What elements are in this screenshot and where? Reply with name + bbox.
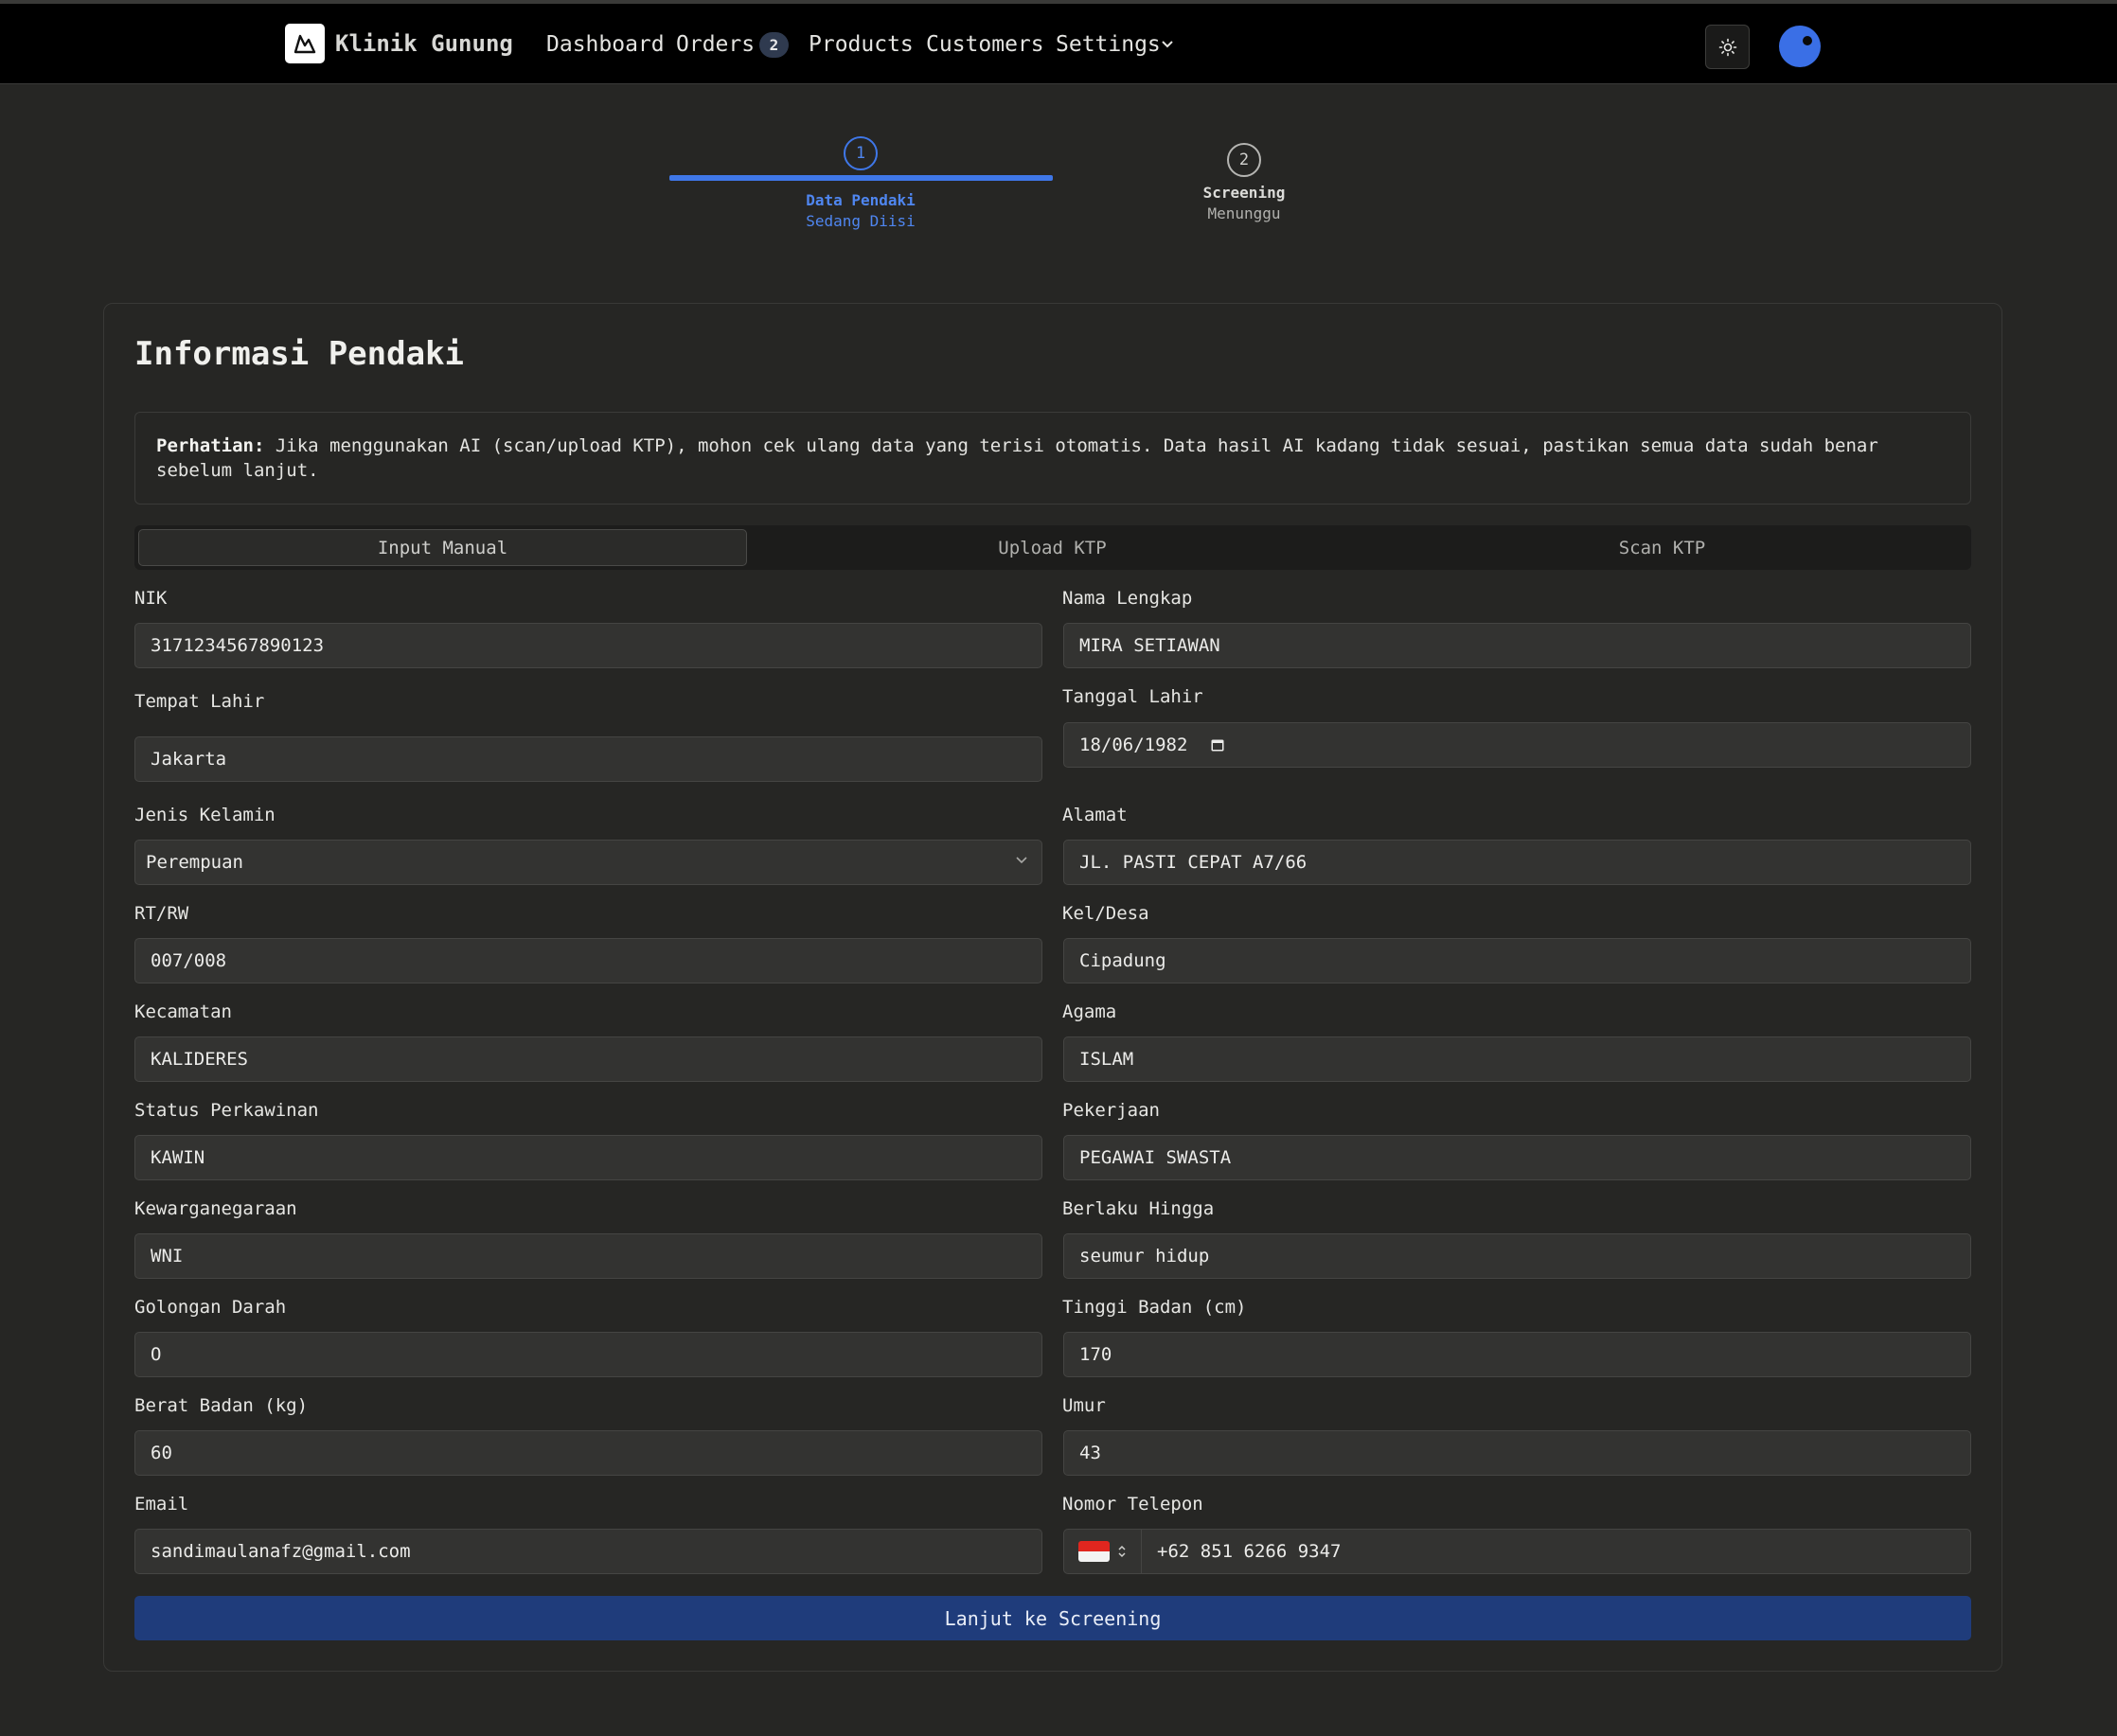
step-1-status: Sedang Diisi xyxy=(806,212,916,230)
nav-dashboard[interactable]: Dashboard xyxy=(546,30,665,59)
tanggal-lahir-value: 18/06/1982 xyxy=(1079,735,1188,755)
tempat-lahir-label: Tempat Lahir xyxy=(134,691,265,712)
nomor-telepon-value: +62 851 6266 9347 xyxy=(1157,1541,1342,1562)
tinggi-badan-label: Tinggi Badan (cm) xyxy=(1062,1297,1247,1318)
email-label: Email xyxy=(134,1494,189,1515)
input-method-tabs: Input Manual Upload KTP Scan KTP xyxy=(134,525,1971,570)
step-1-title: Data Pendaki xyxy=(806,191,916,209)
email-input[interactable]: sandimaulanafz@gmail.com xyxy=(134,1529,1042,1574)
nama-lengkap-input[interactable]: MIRA SETIAWAN xyxy=(1063,623,1971,668)
brand-name[interactable]: Klinik Gunung xyxy=(335,28,513,59)
step-2-title: Screening xyxy=(1202,184,1286,202)
kecamatan-input[interactable]: KALIDERES xyxy=(134,1036,1042,1082)
rt-rw-label: RT/RW xyxy=(134,903,189,924)
status-perkawinan-label: Status Perkawinan xyxy=(134,1100,319,1121)
notice-box: Perhatian: Jika menggunakan AI (scan/upl… xyxy=(134,412,1971,505)
golongan-darah-label: Golongan Darah xyxy=(134,1297,287,1318)
status-perkawinan-input[interactable]: KAWIN xyxy=(134,1135,1042,1180)
chevron-down-icon xyxy=(1016,857,1027,864)
tanggal-lahir-label: Tanggal Lahir xyxy=(1062,686,1203,707)
tab-input-manual[interactable]: Input Manual xyxy=(138,529,747,566)
nomor-telepon-label: Nomor Telepon xyxy=(1062,1494,1203,1515)
umur-label: Umur xyxy=(1062,1395,1106,1416)
golongan-darah-input[interactable]: O xyxy=(134,1332,1042,1377)
step-1-number[interactable]: 1 xyxy=(844,136,878,170)
agama-label: Agama xyxy=(1062,1001,1117,1022)
user-avatar[interactable] xyxy=(1779,26,1821,67)
berat-badan-input[interactable]: 60 xyxy=(134,1430,1042,1476)
tab-scan-ktp[interactable]: Scan KTP xyxy=(1358,529,1966,566)
nav-settings[interactable]: Settings xyxy=(1056,30,1161,59)
logo[interactable] xyxy=(285,24,325,63)
jenis-kelamin-label: Jenis Kelamin xyxy=(134,805,276,825)
nomor-telepon-input[interactable]: +62 851 6266 9347 xyxy=(1063,1529,1971,1574)
theme-toggle-button[interactable] xyxy=(1705,25,1750,69)
nav-orders[interactable]: Orders xyxy=(676,30,755,59)
calendar-icon[interactable] xyxy=(1210,737,1225,753)
alamat-label: Alamat xyxy=(1062,805,1128,825)
nav-products[interactable]: Products xyxy=(809,30,914,59)
berlaku-hingga-input[interactable]: seumur hidup xyxy=(1063,1233,1971,1279)
mountain-logo-icon xyxy=(294,34,316,54)
chevron-down-icon[interactable] xyxy=(1161,40,1174,49)
agama-input[interactable]: ISLAM xyxy=(1063,1036,1971,1082)
rt-rw-input[interactable]: 007/008 xyxy=(134,938,1042,983)
nik-label: NIK xyxy=(134,588,168,609)
notice-text: Jika menggunakan AI (scan/upload KTP), m… xyxy=(156,435,1878,481)
country-code-select[interactable] xyxy=(1064,1530,1142,1573)
kewarganegaraan-input[interactable]: WNI xyxy=(134,1233,1042,1279)
jenis-kelamin-value: Perempuan xyxy=(146,852,243,873)
berat-badan-label: Berat Badan (kg) xyxy=(134,1395,309,1416)
navbar: Klinik Gunung Dashboard Orders 2 Product… xyxy=(0,4,2117,84)
indonesia-flag-icon xyxy=(1078,1541,1110,1562)
kel-desa-input[interactable]: Cipadung xyxy=(1063,938,1971,983)
notice-label: Perhatian: xyxy=(156,435,265,456)
tanggal-lahir-input[interactable]: 18/06/1982 xyxy=(1063,722,1971,768)
jenis-kelamin-select[interactable]: Perempuan xyxy=(134,840,1042,885)
pekerjaan-label: Pekerjaan xyxy=(1062,1100,1160,1121)
step-2-status: Menunggu xyxy=(1207,204,1281,222)
nav-customers[interactable]: Customers xyxy=(926,30,1044,59)
pekerjaan-input[interactable]: PEGAWAI SWASTA xyxy=(1063,1135,1971,1180)
step-2-number[interactable]: 2 xyxy=(1227,143,1261,177)
nik-input[interactable]: 3171234567890123 xyxy=(134,623,1042,668)
umur-input[interactable]: 43 xyxy=(1063,1430,1971,1476)
chevron-updown-icon xyxy=(1118,1545,1126,1558)
card-title: Informasi Pendaki xyxy=(134,335,464,373)
orders-count-badge: 2 xyxy=(759,32,789,58)
sun-icon xyxy=(1718,38,1736,56)
kewarganegaraan-label: Kewarganegaraan xyxy=(134,1198,297,1219)
nama-label: Nama Lengkap xyxy=(1062,588,1193,609)
step-1-progress-bar xyxy=(669,175,1053,181)
tab-upload-ktp[interactable]: Upload KTP xyxy=(748,529,1357,566)
kel-desa-label: Kel/Desa xyxy=(1062,903,1149,924)
berlaku-hingga-label: Berlaku Hingga xyxy=(1062,1198,1215,1219)
tinggi-badan-input[interactable]: 170 xyxy=(1063,1332,1971,1377)
lanjut-screening-button[interactable]: Lanjut ke Screening xyxy=(134,1596,1971,1640)
tempat-lahir-input[interactable]: Jakarta xyxy=(134,736,1042,782)
kecamatan-label: Kecamatan xyxy=(134,1001,232,1022)
alamat-input[interactable]: JL. PASTI CEPAT A7/66 xyxy=(1063,840,1971,885)
